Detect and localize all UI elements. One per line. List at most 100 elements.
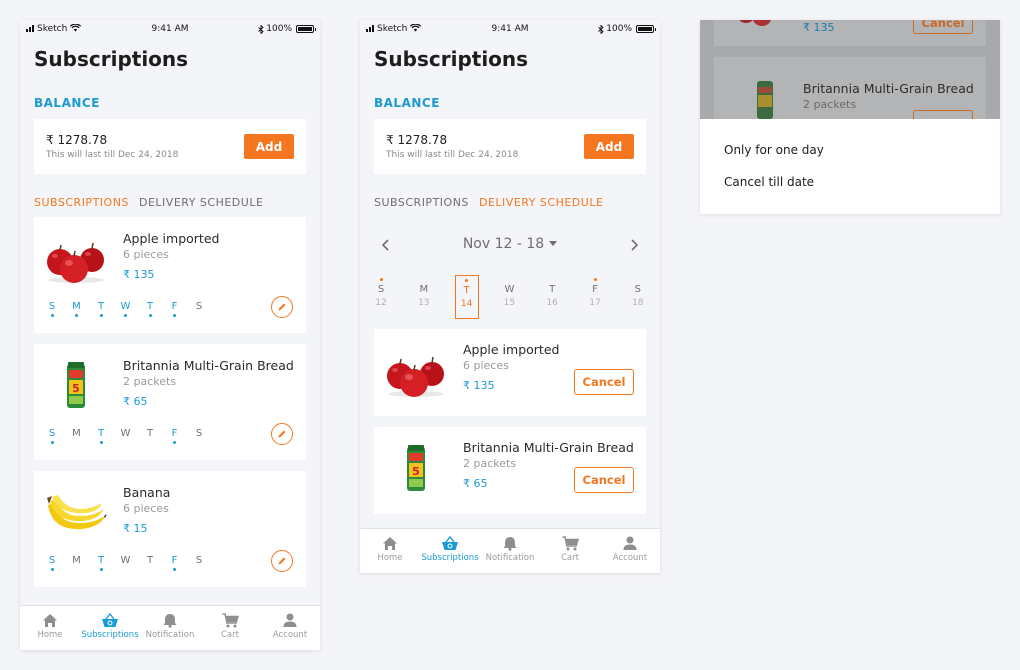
item-name: Britannia Multi-Grain Bread [123, 358, 294, 373]
bell-icon [503, 537, 517, 551]
weekday-letter: S [195, 301, 203, 312]
tab-delivery-schedule[interactable]: DELIVERY SCHEDULE [479, 196, 603, 209]
calendar-day-number: 13 [418, 298, 430, 308]
balance-note: This will last till Dec 24, 2018 [386, 150, 519, 160]
calendar-day-letter: S [634, 284, 641, 295]
nav-notification[interactable]: Notification [140, 606, 200, 650]
calendar-day[interactable]: M 13 [412, 275, 436, 319]
weekday-toggle[interactable]: W [120, 555, 132, 571]
nav-cart[interactable]: Cart [200, 606, 260, 650]
bell-icon [163, 614, 177, 628]
weekday-letter: F [171, 555, 178, 566]
battery-percent: 100% [606, 24, 632, 34]
nav-cart[interactable]: Cart [540, 529, 600, 573]
weekday-toggle[interactable]: T [144, 301, 156, 317]
weekday-toggle[interactable]: T [144, 428, 156, 444]
cancel-options-sheet: Only for one day Cancel till date [700, 119, 1000, 214]
nav-home[interactable]: Home [20, 606, 80, 650]
nav-account[interactable]: Account [260, 606, 320, 650]
svg-text:5: 5 [412, 465, 420, 478]
weekday-toggle[interactable]: M [71, 301, 83, 317]
caret-down-icon [549, 241, 558, 246]
weekday-letter: M [72, 301, 81, 312]
weekday-letter: S [195, 555, 203, 566]
battery-percent: 100% [266, 24, 292, 34]
weekday-letter: F [171, 301, 178, 312]
weekday-letter: T [146, 555, 154, 566]
weekday-toggle[interactable]: S [46, 428, 58, 444]
active-day-dot [50, 568, 54, 571]
calendar-day[interactable]: T 14 [454, 275, 479, 319]
weekday-toggle[interactable]: F [169, 428, 181, 444]
cancel-delivery-button: Cancel [913, 20, 973, 34]
nav-subscriptions[interactable]: Subscriptions [80, 606, 140, 650]
nav-label: Subscriptions [421, 553, 479, 563]
nav-home[interactable]: Home [360, 529, 420, 573]
edit-subscription-button[interactable] [271, 550, 293, 572]
weekday-toggle[interactable]: T [95, 301, 107, 317]
calendar-day[interactable]: S 18 [626, 275, 650, 319]
item-name: Apple imported [123, 231, 220, 246]
tab-delivery-schedule[interactable]: DELIVERY SCHEDULE [139, 196, 263, 209]
calendar-day[interactable]: S 12 [369, 275, 393, 319]
weekday-toggle[interactable]: M [71, 555, 83, 571]
weekday-toggle[interactable]: S [193, 301, 205, 317]
delivery-dot [593, 278, 597, 281]
weekday-toggle[interactable]: T [144, 555, 156, 571]
weekday-toggle[interactable]: S [46, 301, 58, 317]
edit-subscription-button[interactable] [271, 296, 293, 318]
item-price: ₹ 135 [463, 379, 495, 392]
balance-label: BALANCE [34, 96, 100, 110]
weekday-toggle[interactable]: M [71, 428, 83, 444]
delivery-item: ₹ 135 Cancel [714, 20, 986, 46]
week-calendar: S 12 M 13 T 14 W 15 T 16 F 17 S 18 [374, 275, 646, 319]
weekday-letter: S [48, 555, 56, 566]
weekday-toggle[interactable]: W [120, 428, 132, 444]
cart-icon [222, 613, 239, 628]
cancel-delivery-button[interactable]: Cancel [574, 369, 634, 395]
balance-amount: ₹ 1278.78 [46, 133, 108, 147]
tab-subscriptions[interactable]: SUBSCRIPTIONS [374, 196, 469, 209]
pencil-icon [278, 557, 286, 565]
chevron-right-icon[interactable] [626, 237, 642, 253]
nav-subscriptions[interactable]: Subscriptions [420, 529, 480, 573]
active-day-dot [75, 441, 78, 444]
weekday-toggle[interactable]: F [169, 555, 181, 571]
weekday-toggle[interactable]: W [120, 301, 132, 317]
add-balance-button[interactable]: Add [584, 134, 634, 159]
active-day-dot [198, 568, 201, 571]
weekday-toggle[interactable]: S [193, 555, 205, 571]
nav-notification[interactable]: Notification [480, 529, 540, 573]
add-balance-button[interactable]: Add [244, 134, 294, 159]
calendar-day[interactable]: T 16 [540, 275, 564, 319]
weekday-toggle[interactable]: S [193, 428, 205, 444]
active-day-dot [124, 314, 127, 317]
pencil-icon [278, 430, 286, 438]
dimmed-overlay[interactable]: ₹ 135 Cancel Britannia Multi-Grain Bread… [700, 20, 1000, 132]
apples-image [47, 242, 104, 283]
calendar-day[interactable]: F 17 [583, 275, 607, 319]
weekday-letter: S [48, 428, 56, 439]
option-only-for-one-day[interactable]: Only for one day [724, 143, 824, 157]
calendar-day[interactable]: W 15 [497, 275, 521, 319]
battery-indicator: 100% [598, 24, 656, 34]
active-day-dot [198, 441, 201, 444]
tab-subscriptions[interactable]: SUBSCRIPTIONS [34, 196, 129, 209]
weekday-letter: W [120, 555, 131, 566]
weekday-selector: SMTWTFS [46, 555, 216, 573]
nav-label: Home [377, 553, 403, 563]
active-day-dot [149, 568, 152, 571]
pencil-icon [278, 303, 286, 311]
weekday-toggle[interactable]: S [46, 555, 58, 571]
cancel-delivery-button[interactable]: Cancel [574, 467, 634, 493]
active-day-dot [99, 441, 103, 444]
option-cancel-till-date[interactable]: Cancel till date [724, 175, 814, 189]
weekday-toggle[interactable]: F [169, 301, 181, 317]
edit-subscription-button[interactable] [271, 423, 293, 445]
nav-account[interactable]: Account [600, 529, 660, 573]
weekday-toggle[interactable]: T [95, 555, 107, 571]
calendar-day-number: 15 [503, 298, 516, 308]
week-range[interactable]: Nov 12 - 18 [374, 236, 646, 252]
calendar-day-number: 17 [589, 298, 601, 308]
weekday-toggle[interactable]: T [95, 428, 107, 444]
